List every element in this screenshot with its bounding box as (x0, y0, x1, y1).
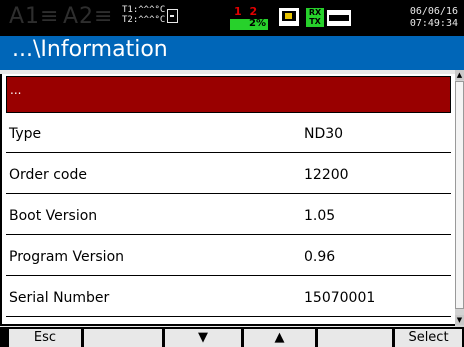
list-item-program-version[interactable]: Program Version 0.96 (6, 239, 451, 276)
list-item-label: Type (9, 126, 42, 142)
scrollbar[interactable]: ▲ ▼ (455, 70, 464, 327)
status-bar: A1≡ A2≡ T1:^^^°C T2:^^^°C 1 2 2% RX TX 0… (0, 0, 464, 36)
function-key-2[interactable] (84, 329, 162, 347)
sd-card-icon (167, 9, 178, 23)
list-header-row[interactable]: ... (6, 76, 451, 113)
function-key-bar: Esc ▼ ▲ Select (0, 327, 464, 347)
select-button[interactable]: Select (395, 329, 462, 347)
list-item-label: Boot Version (9, 208, 98, 224)
page-title: ...\Information (12, 37, 168, 62)
display-icon (279, 8, 299, 26)
temperature-t2: T2:^^^°C (122, 15, 166, 25)
list-item-value: 0.96 (304, 249, 336, 265)
scroll-down-icon[interactable]: ▼ (455, 315, 464, 325)
list-item-serial-number[interactable]: Serial Number 15070001 (6, 280, 451, 317)
date-text: 06/06/16 (409, 6, 458, 17)
device-screen: A1≡ A2≡ T1:^^^°C T2:^^^°C 1 2 2% RX TX 0… (0, 0, 464, 347)
date-time: 06/06/16 07:49:34 (356, 6, 458, 30)
temperature-readout: T1:^^^°C T2:^^^°C (122, 5, 165, 25)
tx-label: TX (309, 17, 321, 26)
title-bar: ...\Information (0, 36, 464, 70)
list-item-type[interactable]: Type ND30 (6, 116, 451, 153)
temperature-t1: T1:^^^°C (122, 5, 166, 15)
list-item-value: ND30 (304, 126, 344, 142)
list-item-boot-version[interactable]: Boot Version 1.05 (6, 198, 451, 235)
scroll-up-icon[interactable]: ▲ (455, 70, 464, 80)
scroll-thumb[interactable] (455, 81, 464, 309)
channel-a2-indicator: A2≡ (63, 4, 114, 29)
down-arrow-button[interactable]: ▼ (165, 329, 241, 347)
relay-numbers: 1 2 (234, 5, 260, 18)
list-item-value: 15070001 (304, 290, 376, 306)
list-header-label: ... (10, 83, 22, 97)
rx-label: RX (308, 8, 322, 17)
list-item-label: Program Version (9, 249, 125, 265)
time-text: 07:49:34 (409, 18, 458, 29)
list-item-label: Serial Number (9, 290, 110, 306)
list-item-order-code[interactable]: Order code 12200 (6, 157, 451, 194)
channel-a1-indicator: A1≡ (9, 4, 60, 29)
up-arrow-button[interactable]: ▲ (244, 329, 315, 347)
modem-icon (327, 10, 351, 26)
list-item-value: 12200 (304, 167, 349, 183)
list-item-value: 1.05 (304, 208, 336, 224)
relay-indicator: 1 2 2% (230, 5, 268, 32)
relay-percent: 2% (249, 18, 266, 29)
rx-tx-icon: RX TX (306, 8, 324, 27)
esc-button[interactable]: Esc (9, 329, 81, 347)
list-item-label: Order code (9, 167, 87, 183)
function-key-5[interactable] (318, 329, 392, 347)
